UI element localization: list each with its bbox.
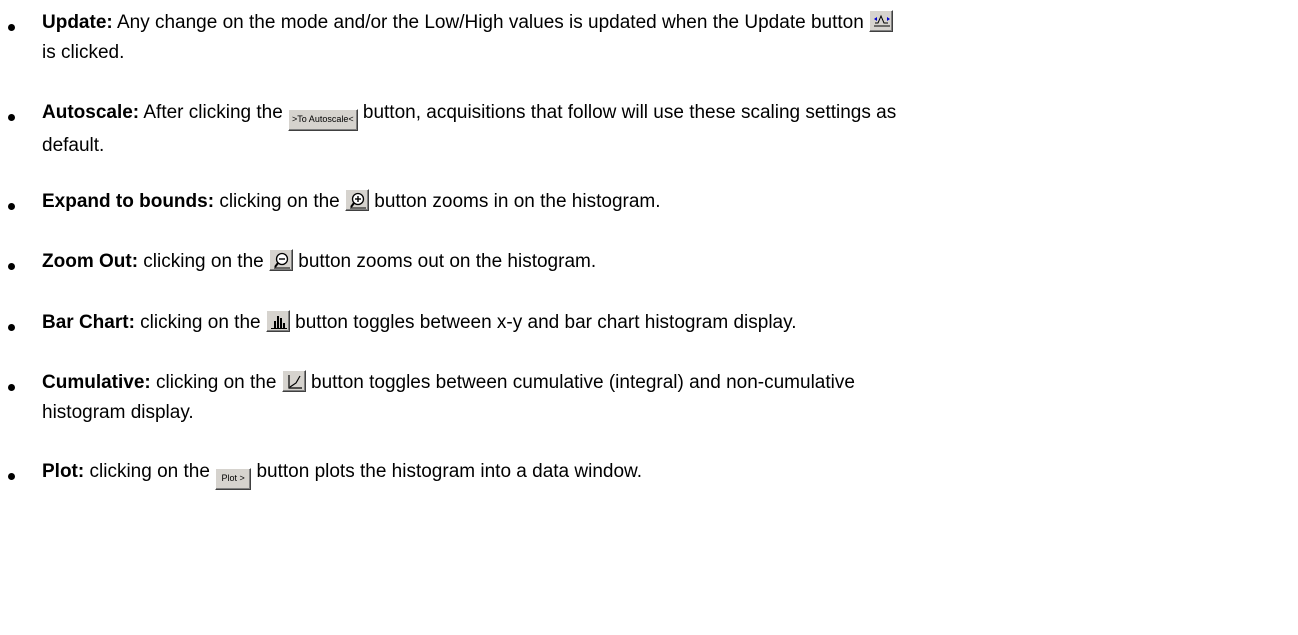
bar-chart-button[interactable]	[265, 310, 290, 332]
bar-chart-icon	[270, 316, 287, 329]
bullet-dot	[8, 473, 15, 480]
cumulative-button[interactable]	[281, 370, 306, 392]
cumulative-icon	[288, 375, 302, 389]
desc-bar-chart-1: clicking on the	[134, 312, 266, 333]
desc-bar-chart-2: button toggles between x-y and bar chart…	[289, 312, 797, 333]
term-autoscale: Autoscale:	[42, 102, 140, 123]
bullet-dot	[8, 263, 15, 270]
bullet-dot	[8, 114, 15, 121]
desc-expand-2: button zooms in on the histogram.	[369, 191, 661, 212]
desc-autoscale-1: After clicking the	[139, 102, 289, 123]
term-zoom-out: Zoom Out:	[42, 251, 139, 272]
zoom-out-button[interactable]	[269, 249, 293, 271]
update-icon	[874, 14, 891, 27]
desc-autoscale-2: button, acquisitions that follow will us…	[357, 102, 897, 123]
desc-autoscale-3: default.	[42, 135, 105, 156]
zoom-in-button[interactable]	[345, 189, 370, 211]
bullet-dot	[8, 203, 15, 210]
term-cumulative: Cumulative:	[42, 372, 151, 393]
desc-cumulative-1: clicking on the	[150, 372, 282, 393]
desc-plot-1: clicking on the	[84, 461, 216, 482]
desc-plot-2: button plots the histogram into a data w…	[251, 461, 642, 482]
bullet-dot	[8, 324, 15, 331]
update-button[interactable]	[869, 10, 894, 32]
desc-expand-1: clicking on the	[214, 191, 346, 212]
term-update: Update:	[42, 12, 113, 33]
plot-button[interactable]: Plot >	[215, 468, 252, 490]
bullet-dot	[8, 384, 15, 391]
term-expand: Expand to bounds:	[42, 191, 215, 212]
term-bar-chart: Bar Chart:	[42, 312, 135, 333]
desc-zoom-out-2: button zooms out on the histogram.	[293, 251, 597, 272]
zoom-in-icon	[350, 192, 367, 209]
zoom-out-icon	[274, 252, 290, 269]
bullet-dot	[8, 24, 15, 31]
desc-zoom-out-1: clicking on the	[138, 251, 269, 272]
term-plot: Plot:	[42, 461, 85, 482]
to-autoscale-button[interactable]: >To Autoscale<	[288, 109, 358, 131]
desc-update-1: Any change on the mode and/or the Low/Hi…	[112, 12, 870, 33]
desc-cumulative-2: button toggles between cumulative (integ…	[305, 372, 855, 393]
desc-update-2: is clicked.	[42, 42, 125, 63]
desc-cumulative-3: histogram display.	[42, 402, 194, 423]
